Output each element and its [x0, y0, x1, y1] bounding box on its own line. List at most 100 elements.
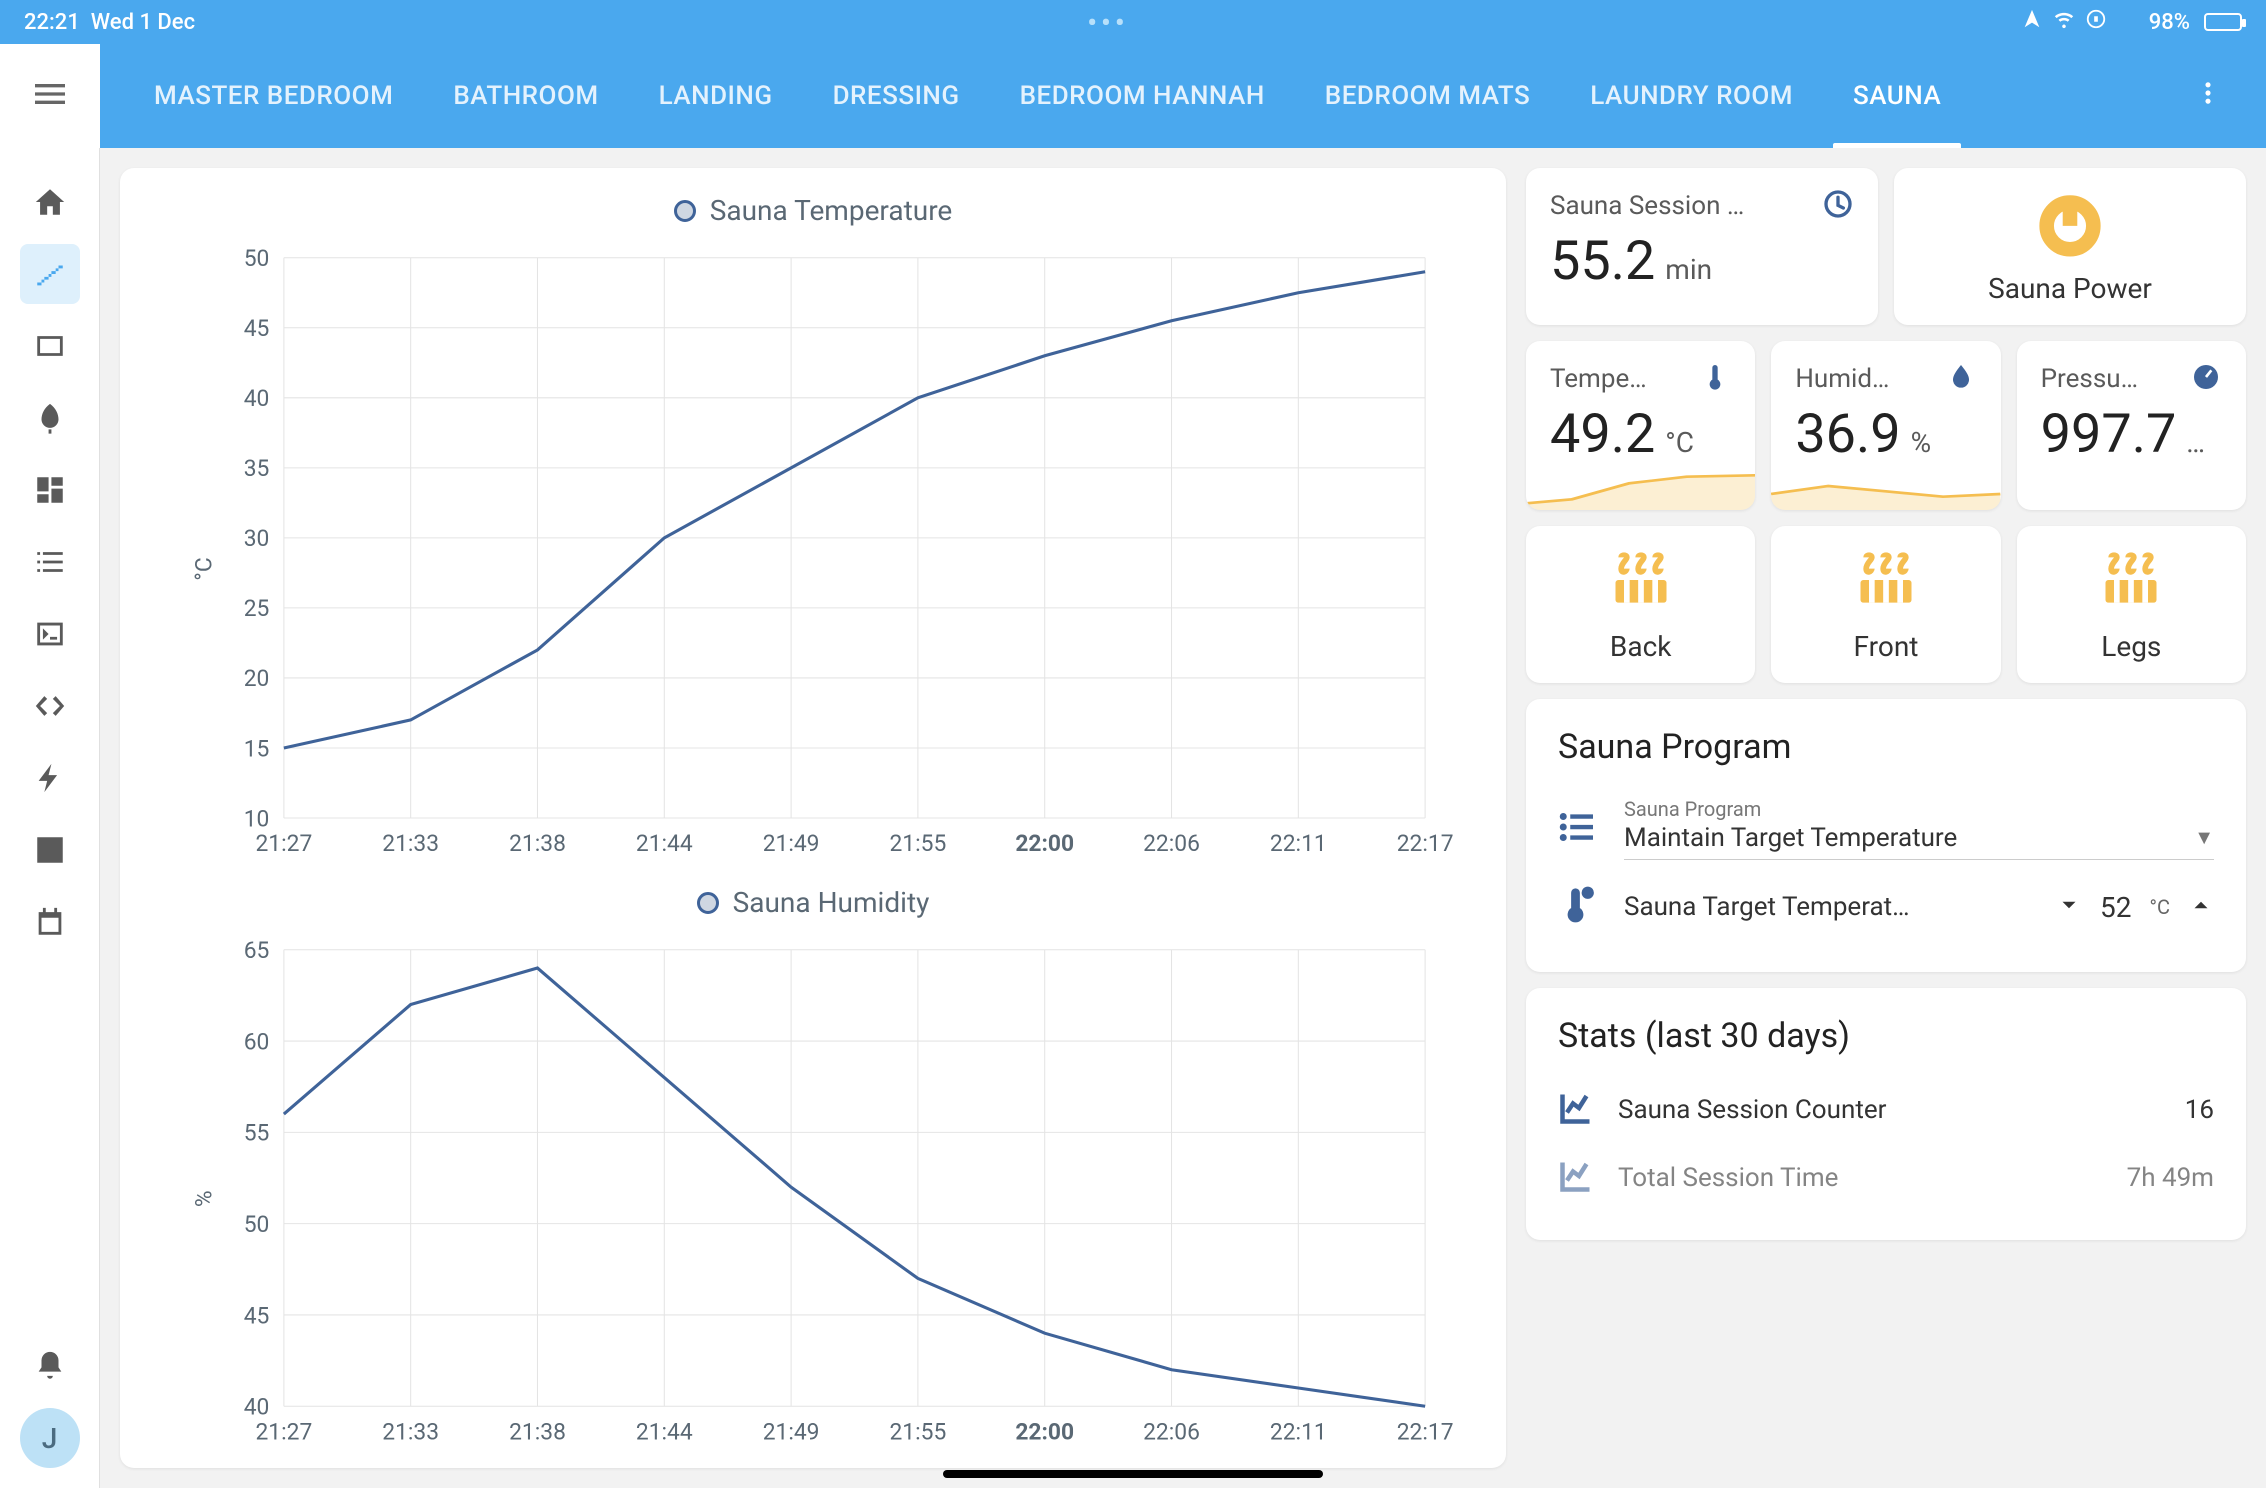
svg-text:22:11: 22:11 [1270, 1419, 1327, 1446]
temperature-card[interactable]: Tempe… 49.2°C [1526, 341, 1755, 510]
tab-bathroom[interactable]: BATHROOM [423, 44, 628, 148]
svg-text:55: 55 [244, 1120, 270, 1147]
svg-text:21:55: 21:55 [889, 1419, 946, 1446]
program-panel: Sauna Program Sauna Program Maintain Tar… [1526, 699, 2246, 972]
sidebar-outdoor[interactable] [20, 388, 80, 448]
sidebar-energy[interactable] [20, 748, 80, 808]
svg-text:22:06: 22:06 [1143, 830, 1200, 857]
target-stepper: 52 °C [2056, 891, 2214, 924]
svg-text:22:06: 22:06 [1143, 1419, 1200, 1446]
multitask-dots: ••• [195, 6, 2021, 39]
wifi-icon [2053, 8, 2075, 36]
sidebar-home[interactable] [20, 172, 80, 232]
sauna-power-button[interactable]: Sauna Power [1894, 168, 2246, 325]
svg-text:45: 45 [244, 1303, 270, 1330]
svg-text:40: 40 [244, 385, 270, 412]
battery-percent: 98% [2149, 10, 2190, 35]
tab-dressing[interactable]: DRESSING [803, 44, 990, 148]
svg-text:21:44: 21:44 [636, 1419, 693, 1446]
sidebar-code[interactable] [20, 676, 80, 736]
radiator-icon [1852, 546, 1920, 618]
svg-text:50: 50 [244, 1211, 270, 1238]
status-bar: 22:21 Wed 1 Dec ••• 98% [0, 0, 2266, 44]
stats-title: Stats (last 30 days) [1558, 1016, 2214, 1056]
decrement-button[interactable] [2056, 892, 2082, 922]
overflow-menu-button[interactable] [2174, 76, 2242, 116]
svg-text:15: 15 [244, 735, 270, 762]
heater-front-button[interactable]: Front [1771, 526, 2000, 683]
tab-master-bedroom[interactable]: MASTER BEDROOM [124, 44, 423, 148]
app-header: MASTER BEDROOM BATHROOM LANDING DRESSING… [0, 44, 2266, 148]
thermometer-icon [1699, 361, 1731, 397]
tab-bar: MASTER BEDROOM BATHROOM LANDING DRESSING… [100, 44, 2266, 148]
home-indicator[interactable] [943, 1470, 1323, 1478]
svg-text:22:00: 22:00 [1015, 1419, 1074, 1446]
svg-text:21:27: 21:27 [255, 830, 312, 857]
svg-text:21:33: 21:33 [382, 1419, 439, 1446]
sidebar-dashboard[interactable] [20, 460, 80, 520]
sidebar-terminal[interactable] [20, 604, 80, 664]
thermometer-target-icon [1558, 884, 1600, 930]
user-avatar[interactable]: J [20, 1408, 80, 1468]
svg-text:20: 20 [244, 665, 270, 692]
svg-text:22:11: 22:11 [1270, 830, 1327, 857]
sidebar-list[interactable] [20, 532, 80, 592]
clock-icon [1822, 188, 1854, 224]
svg-text:21:33: 21:33 [382, 830, 439, 857]
tab-bedroom-mats[interactable]: BEDROOM MATS [1295, 44, 1560, 148]
sidebar-stats[interactable] [20, 820, 80, 880]
tab-bedroom-hannah[interactable]: BEDROOM HANNAH [990, 44, 1295, 148]
session-title: Sauna Session … [1550, 191, 1744, 221]
increment-button[interactable] [2188, 892, 2214, 922]
program-select[interactable]: Sauna Program Maintain Target Temperatur… [1624, 797, 2214, 860]
svg-text:65: 65 [244, 937, 270, 964]
status-time-date: 22:21 Wed 1 Dec [24, 10, 195, 35]
program-title: Sauna Program [1558, 727, 2214, 767]
radiator-icon [1607, 546, 1675, 618]
tab-laundry-room[interactable]: LAUNDRY ROOM [1560, 44, 1823, 148]
droplet-icon [1945, 361, 1977, 397]
stat-row[interactable]: Total Session Time 7h 49m [1558, 1144, 2214, 1212]
svg-text:45: 45 [244, 315, 270, 342]
session-duration-card[interactable]: Sauna Session … 55.2 min [1526, 168, 1878, 325]
chart-panel: Sauna Temperature °C 21:27 21:33 21:38 21:4… [120, 168, 1506, 1468]
tab-sauna[interactable]: SAUNA [1823, 44, 1971, 148]
svg-text:21:38: 21:38 [509, 1419, 566, 1446]
chart-humidity[interactable]: % 21:2721:3321:3821:4421:4921:5522:0022:… [150, 929, 1476, 1448]
stats-panel: Stats (last 30 days) Sauna Session Count… [1526, 988, 2246, 1240]
svg-text:50: 50 [244, 245, 270, 272]
sidebar-calendar[interactable] [20, 892, 80, 952]
stat-row[interactable]: Sauna Session Counter 16 [1558, 1076, 2214, 1144]
svg-text:21:49: 21:49 [763, 1419, 820, 1446]
chart-line-icon [1558, 1158, 1594, 1198]
sidebar-notifications[interactable] [20, 1336, 80, 1396]
humidity-card[interactable]: Humid… 36.9% [1771, 341, 2000, 510]
sidebar-tablet[interactable] [20, 316, 80, 376]
svg-text:°C: °C [190, 557, 217, 580]
heater-back-button[interactable]: Back [1526, 526, 1755, 683]
chart-temperature[interactable]: °C 21:2721:3321:3821:4421:4921:5522:0022… [150, 237, 1476, 880]
gauge-icon [2190, 361, 2222, 397]
chart-line-icon [1558, 1090, 1594, 1130]
svg-text:30: 30 [244, 525, 270, 552]
legend-dot-icon [697, 892, 719, 914]
svg-text:10: 10 [244, 805, 270, 832]
hamburger-button[interactable] [0, 44, 100, 148]
target-label: Sauna Target Temperat… [1624, 892, 2032, 922]
chart-humid-title: Sauna Humidity [150, 886, 1476, 919]
heater-legs-button[interactable]: Legs [2017, 526, 2246, 683]
svg-text:21:38: 21:38 [509, 830, 566, 857]
svg-text:35: 35 [244, 455, 270, 482]
sidebar-floor[interactable] [20, 244, 80, 304]
pressure-card[interactable]: Pressu… 997.7… [2017, 341, 2246, 510]
svg-text:40: 40 [244, 1394, 270, 1421]
hamburger-icon [30, 74, 70, 118]
battery-icon [2204, 13, 2242, 31]
svg-text:22:17: 22:17 [1397, 1419, 1454, 1446]
tab-landing[interactable]: LANDING [629, 44, 803, 148]
radiator-icon [2097, 546, 2165, 618]
svg-text:21:44: 21:44 [636, 830, 693, 857]
chevron-down-icon: ▼ [2194, 825, 2214, 850]
chart-temp-title: Sauna Temperature [150, 194, 1476, 227]
session-value: 55.2 [1550, 230, 1655, 293]
